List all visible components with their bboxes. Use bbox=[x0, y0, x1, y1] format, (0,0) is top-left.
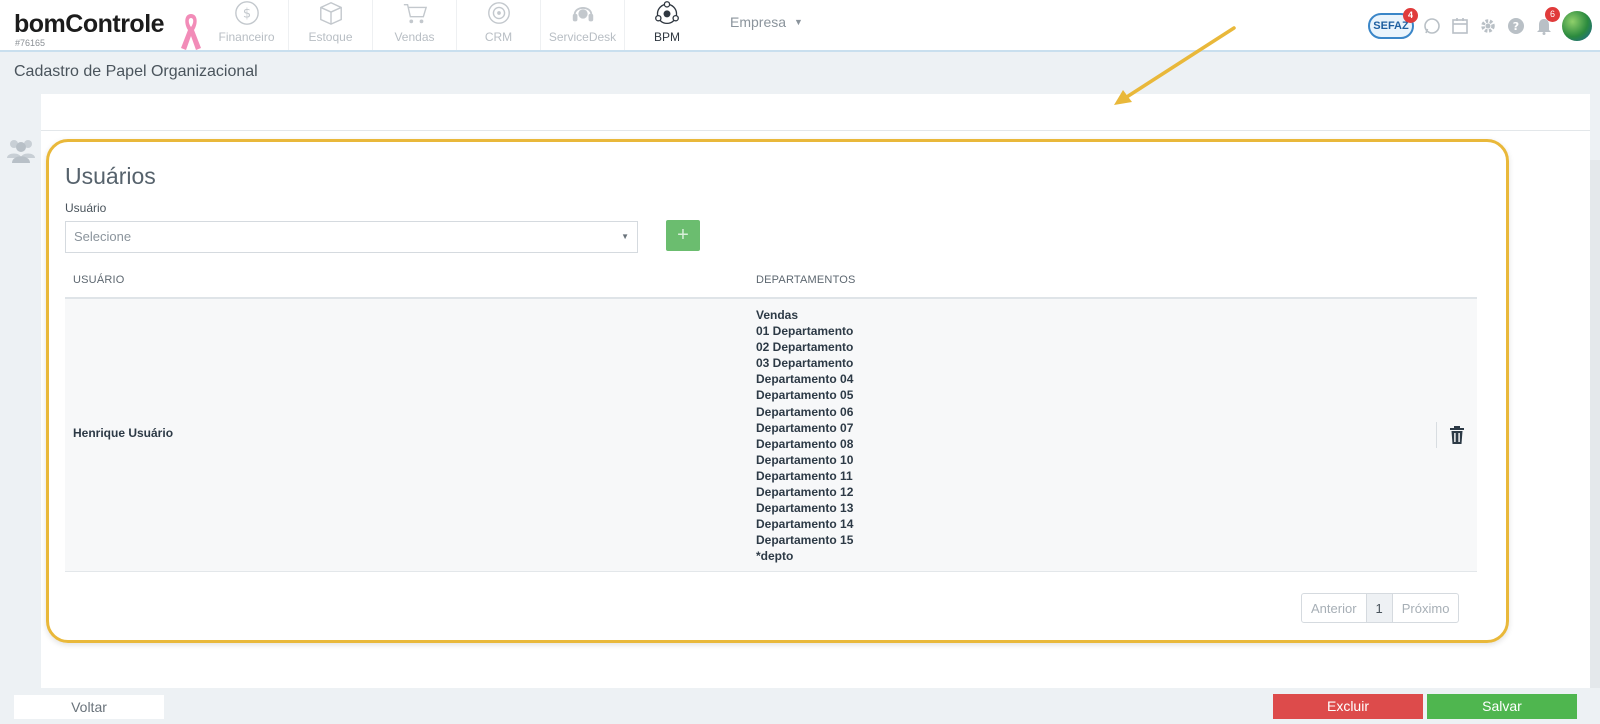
company-dropdown[interactable]: Empresa ▼ bbox=[730, 14, 803, 30]
page-title: Cadastro de Papel Organizacional bbox=[14, 63, 258, 80]
user-field-label: Usuário bbox=[65, 201, 107, 215]
back-button[interactable]: Voltar bbox=[14, 695, 164, 719]
svg-text:$: $ bbox=[242, 7, 250, 22]
pagination: Anterior 1 Próximo bbox=[1301, 593, 1460, 623]
scrollbar[interactable] bbox=[1590, 160, 1600, 688]
account-id: #76165 bbox=[15, 38, 46, 48]
help-icon[interactable]: ? bbox=[1506, 16, 1526, 36]
sefaz-badge: 4 bbox=[1403, 8, 1418, 23]
top-navbar: bomControle #76165 $ Financeiro Estoque … bbox=[0, 0, 1600, 52]
header-actions: SEFAZ 4 ? 6 bbox=[1368, 7, 1592, 44]
bell-icon[interactable]: 6 bbox=[1534, 7, 1560, 36]
gear-icon[interactable] bbox=[1478, 16, 1498, 36]
department-item: Departamento 05 bbox=[756, 388, 854, 403]
module-label: CRM bbox=[484, 30, 513, 44]
department-item: Departamento 07 bbox=[756, 420, 854, 435]
app-logo[interactable]: bomControle bbox=[14, 10, 165, 39]
module-label: ServiceDesk bbox=[548, 30, 617, 44]
table-row: Henrique Usuário Vendas 01 Departamento … bbox=[65, 299, 1477, 572]
sefaz-label: SEFAZ bbox=[1373, 20, 1409, 32]
caret-down-icon: ▼ bbox=[794, 17, 803, 27]
department-item: Departamento 06 bbox=[756, 404, 854, 419]
sefaz-button[interactable]: SEFAZ 4 bbox=[1368, 8, 1418, 39]
pagination-page[interactable]: 1 bbox=[1366, 594, 1393, 622]
headset-icon bbox=[572, 6, 593, 22]
delete-button[interactable]: Excluir bbox=[1273, 694, 1423, 719]
whatsapp-icon[interactable] bbox=[1422, 16, 1442, 36]
pink-ribbon-icon bbox=[181, 14, 201, 50]
bpm-icon bbox=[655, 1, 679, 25]
dollar-circle-icon: $ bbox=[234, 1, 259, 25]
module-vendas[interactable]: Vendas bbox=[373, 0, 457, 50]
department-item: Departamento 13 bbox=[756, 501, 854, 516]
pagination-previous[interactable]: Anterior bbox=[1302, 594, 1367, 622]
department-item: 03 Departamento bbox=[756, 356, 854, 371]
cart-icon bbox=[403, 3, 427, 24]
module-crm[interactable]: CRM bbox=[457, 0, 541, 50]
module-nav: $ Financeiro Estoque Vendas CRM ServiceD… bbox=[205, 0, 709, 50]
department-item: Vendas bbox=[756, 308, 799, 322]
company-label: Empresa bbox=[730, 14, 787, 30]
department-item: Departamento 10 bbox=[756, 452, 854, 467]
module-label: Vendas bbox=[394, 30, 435, 44]
annotation-arrow bbox=[1114, 26, 1236, 105]
module-bpm[interactable]: BPM bbox=[625, 0, 709, 50]
caret-down-icon: ▼ bbox=[621, 232, 629, 241]
section-title: Usuários bbox=[65, 163, 156, 189]
department-item: Departamento 15 bbox=[756, 533, 854, 548]
department-item: Departamento 11 bbox=[756, 468, 853, 483]
department-item: Departamento 12 bbox=[756, 485, 854, 500]
module-label: BPM bbox=[653, 30, 680, 44]
module-financeiro[interactable]: $ Financeiro bbox=[205, 0, 289, 50]
svg-text:?: ? bbox=[1513, 20, 1519, 33]
department-item: Departamento 08 bbox=[756, 436, 854, 451]
department-list: Vendas 01 Departamento 02 Departamento 0… bbox=[756, 307, 853, 565]
calendar-icon[interactable] bbox=[1450, 16, 1470, 36]
add-user-button[interactable]: + bbox=[666, 220, 700, 251]
pagination-next[interactable]: Próximo bbox=[1393, 594, 1459, 622]
department-item: *depto bbox=[756, 549, 794, 564]
save-button[interactable]: Salvar bbox=[1427, 694, 1577, 719]
department-item: Departamento 14 bbox=[756, 517, 854, 532]
notifications-badge: 6 bbox=[1545, 7, 1560, 22]
divider bbox=[41, 130, 1590, 131]
department-item: Departamento 04 bbox=[756, 372, 854, 387]
user-select-value: Selecione bbox=[74, 229, 132, 244]
user-select[interactable]: Selecione ▼ bbox=[65, 221, 638, 253]
row-user-name: Henrique Usuário bbox=[73, 426, 174, 440]
row-action-divider bbox=[1436, 422, 1437, 448]
module-label: Financeiro bbox=[218, 30, 275, 44]
module-estoque[interactable]: Estoque bbox=[289, 0, 373, 50]
column-header-user: USUÁRIO bbox=[73, 274, 125, 286]
department-item: 01 Departamento bbox=[756, 324, 854, 339]
box-icon bbox=[319, 2, 342, 25]
module-label: Estoque bbox=[308, 30, 353, 44]
target-icon bbox=[487, 2, 510, 24]
trash-icon[interactable] bbox=[1448, 425, 1466, 445]
module-servicedesk[interactable]: ServiceDesk bbox=[541, 0, 625, 50]
column-header-departments: DEPARTAMENTOS bbox=[756, 274, 856, 286]
users-group-icon[interactable] bbox=[6, 136, 36, 164]
department-item: 02 Departamento bbox=[756, 340, 854, 355]
avatar[interactable] bbox=[1562, 11, 1592, 41]
